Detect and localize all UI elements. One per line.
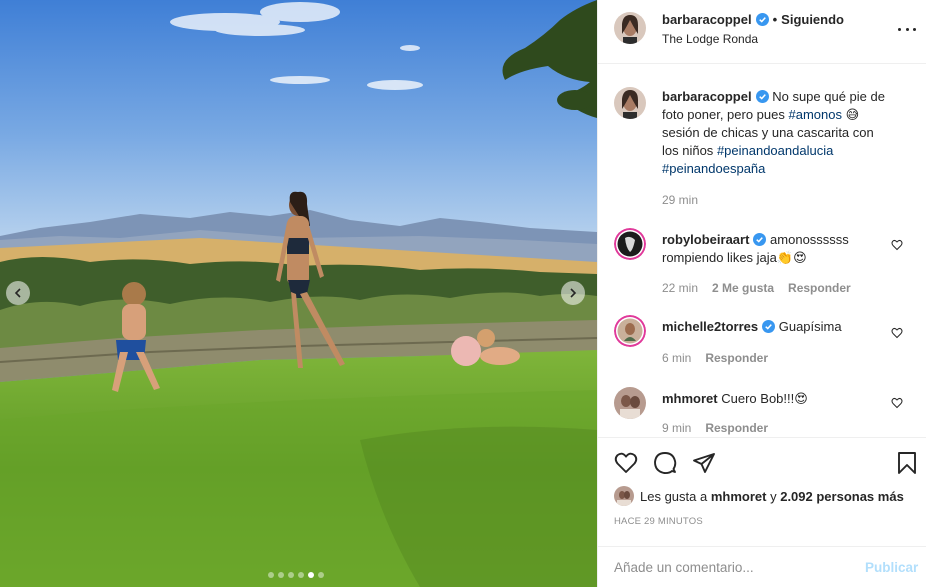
post-username[interactable]: barbaracoppel [662, 12, 752, 27]
share-icon[interactable] [692, 451, 716, 475]
likes-count[interactable]: 2.092 personas más [780, 489, 904, 504]
comment-time[interactable]: 22 min [662, 281, 698, 295]
hashtag-link[interactable]: #peinandoandalucia [717, 143, 833, 158]
likes-prefix: Les gusta a [640, 488, 708, 504]
carousel-dot [288, 572, 294, 578]
header-user-row: barbaracoppel • Siguiendo [662, 12, 844, 27]
post-timestamp[interactable]: HACE 29 MINUTOS [614, 516, 703, 527]
carousel-indicator [268, 572, 324, 578]
verified-badge-icon [762, 320, 776, 333]
post-photo[interactable] [0, 0, 597, 587]
reply-button[interactable]: Responder [705, 421, 768, 435]
instagram-post: barbaracoppel • Siguiendo The Lodge Rond… [0, 0, 926, 587]
comment-body: Cuero Bob!!!😍 [721, 391, 808, 406]
heart-icon[interactable] [891, 327, 903, 339]
reply-button[interactable]: Responder [788, 281, 851, 295]
bookmark-icon[interactable] [895, 451, 919, 475]
comment-meta: 6 min Responder [662, 351, 768, 365]
following-button[interactable]: Siguiendo [781, 12, 844, 27]
comment-icon[interactable] [653, 451, 677, 475]
comment-text: robylobeiraart amonossssss rompiendo lik… [662, 231, 890, 267]
post-header: barbaracoppel • Siguiendo The Lodge Rond… [598, 0, 926, 64]
hashtag-link[interactable]: #peinandoespaña [662, 161, 765, 176]
likes-summary: Les gusta a mhmoret y 2.092 personas más [614, 486, 904, 506]
heart-icon[interactable] [614, 451, 638, 475]
caption-username[interactable]: barbaracoppel [662, 89, 752, 104]
separator-dot: • [772, 12, 778, 27]
post-image [0, 0, 597, 587]
carousel-dot [298, 572, 304, 578]
chevron-right-icon [570, 288, 577, 298]
comment-time[interactable]: 9 min [662, 421, 691, 435]
verified-badge-icon [755, 13, 769, 26]
verified-badge-icon [755, 90, 769, 103]
likes-user[interactable]: mhmoret [711, 489, 767, 504]
hashtag-link[interactable]: #amonos [789, 107, 842, 122]
carousel-dot [318, 572, 324, 578]
carousel-next-button[interactable] [561, 281, 585, 305]
likes-connector: y [770, 488, 777, 504]
carousel-dot [268, 572, 274, 578]
post-location[interactable]: The Lodge Ronda [662, 32, 758, 46]
carousel-dot-active [308, 572, 314, 578]
comment-time[interactable]: 6 min [662, 351, 691, 365]
heart-icon[interactable] [891, 239, 903, 251]
avatar[interactable] [614, 387, 646, 419]
avatar[interactable] [614, 12, 646, 44]
avatar[interactable] [614, 87, 646, 119]
post-actions: Les gusta a mhmoret y 2.092 personas más… [598, 437, 926, 587]
reply-button[interactable]: Responder [705, 351, 768, 365]
more-options-button[interactable] [898, 22, 916, 36]
more-options-icon-dot [905, 27, 909, 31]
caption-emoji: 😅 [845, 107, 860, 122]
publish-button[interactable]: Publicar [865, 560, 918, 575]
comment-username[interactable]: michelle2torres [662, 319, 758, 334]
carousel-prev-button[interactable] [6, 281, 30, 305]
comment-username[interactable]: robylobeiraart [662, 232, 749, 247]
post-side-panel: barbaracoppel • Siguiendo The Lodge Rond… [597, 0, 926, 587]
heart-icon[interactable] [891, 397, 903, 409]
more-options-icon-dot [913, 27, 916, 31]
avatar[interactable] [614, 315, 646, 347]
comment-meta: 9 min Responder [662, 421, 768, 435]
carousel-dot [278, 572, 284, 578]
comment-meta: 22 min 2 Me gusta Responder [662, 281, 851, 295]
comment-text: michelle2torres Guapísima [662, 318, 890, 336]
verified-badge-icon [753, 233, 767, 246]
more-options-icon [898, 27, 901, 31]
comment-input[interactable] [614, 557, 854, 577]
comment-likes[interactable]: 2 Me gusta [712, 281, 774, 295]
comment-text: mhmoret Cuero Bob!!!😍 [662, 390, 890, 408]
comment-body: Guapísima [778, 319, 842, 334]
avatar[interactable] [614, 486, 634, 506]
avatar[interactable] [614, 228, 646, 260]
caption-text: barbaracoppel No supe qué pie de foto po… [662, 88, 890, 178]
caption-time[interactable]: 29 min [662, 193, 698, 207]
add-comment-section: Publicar [598, 546, 926, 587]
comments-list[interactable]: barbaracoppel No supe qué pie de foto po… [598, 65, 926, 437]
caption-meta: 29 min [662, 193, 698, 207]
chevron-left-icon [14, 288, 21, 298]
comment-username[interactable]: mhmoret [662, 391, 718, 406]
